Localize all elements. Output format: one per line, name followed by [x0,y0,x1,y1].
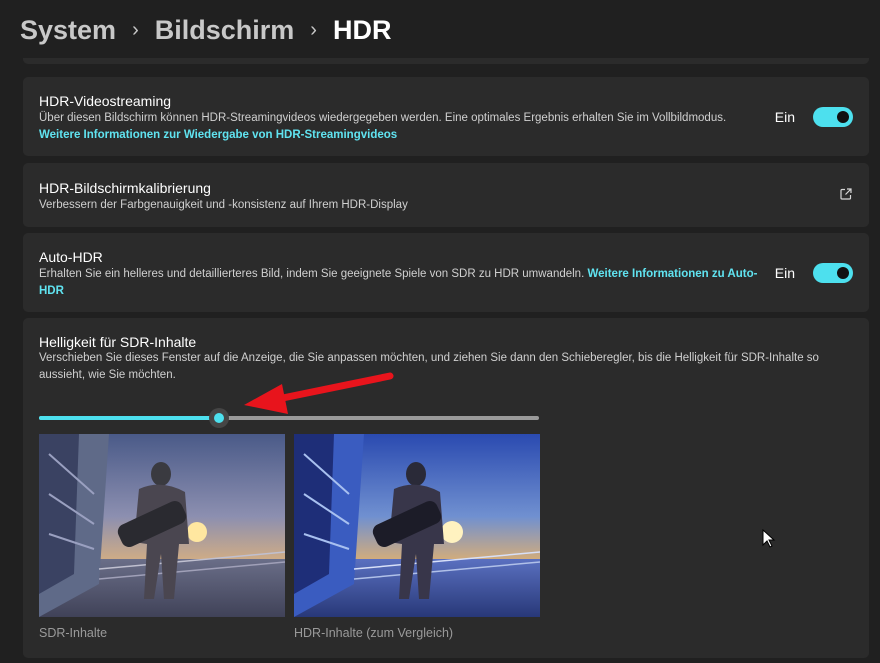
settings-content: HDR-Videostreaming Über diesen Bildschir… [0,58,880,663]
breadcrumb-system[interactable]: System [20,15,116,46]
hdr-video-streaming-card: HDR-Videostreaming Über diesen Bildschir… [23,77,869,156]
auto-hdr-description: Erhalten Sie ein helleres und detaillier… [39,266,764,300]
sdr-brightness-title: Helligkeit für SDR-Inhalte [39,334,197,350]
slider-thumb[interactable] [209,408,229,428]
breadcrumb-bildschirm[interactable]: Bildschirm [155,15,295,46]
hdr-calibration-title: HDR-Bildschirmkalibrierung [39,180,211,196]
hdr-preview-caption: HDR-Inhalte (zum Vergleich) [294,626,454,640]
auto-hdr-title: Auto-HDR [39,249,103,265]
chevron-right-icon: › [310,18,317,41]
auto-hdr-text: Erhalten Sie ein helleres und detaillier… [39,268,585,280]
hdr-video-streaming-text: Über diesen Bildschirm können HDR-Stream… [39,112,727,124]
previous-setting-card [23,58,869,64]
slider-thumb-center [214,413,224,423]
chevron-right-icon: › [132,18,139,41]
sdr-brightness-description: Verschieben Sie dieses Fenster auf die A… [39,352,819,381]
sdr-brightness-slider[interactable] [39,408,539,428]
sdr-preview-photo [39,434,285,617]
hdr-video-streaming-toggle-label: Ein [774,109,795,125]
toggle-knob [837,111,849,123]
sdr-brightness-card: Helligkeit für SDR-Inhalte Verschieben S… [23,318,869,658]
hdr-calibration-description: Verbessern der Farbgenauigkeit und -kons… [39,199,408,211]
hdr-preview-photo [294,434,540,617]
page-title: HDR [332,14,392,45]
hdr-video-streaming-link[interactable]: Weitere Informationen zur Wiedergabe von… [39,129,397,141]
auto-hdr-toggle-group: Ein [775,263,853,283]
mouse-cursor-icon [762,529,776,548]
hdr-video-streaming-toggle[interactable] [813,107,853,127]
hdr-video-streaming-toggle-group: Ein [775,107,853,127]
auto-hdr-toggle-label: Ein [774,265,795,281]
toggle-knob [837,267,849,279]
hdr-preview-image [294,434,540,617]
sdr-preview-image [39,434,285,617]
hdr-video-streaming-description: Über diesen Bildschirm können HDR-Stream… [39,110,739,144]
open-external-icon[interactable] [839,187,853,201]
breadcrumb: System › Bildschirm › HDR [20,10,391,50]
hdr-video-streaming-title: HDR-Videostreaming [39,93,172,109]
sdr-preview-caption: SDR-Inhalte [39,626,108,640]
slider-fill [39,416,219,420]
hdr-calibration-card[interactable]: HDR-Bildschirmkalibrierung Verbessern de… [23,163,869,227]
auto-hdr-toggle[interactable] [813,263,853,283]
auto-hdr-card: Auto-HDR Erhalten Sie ein helleres und d… [23,233,869,312]
